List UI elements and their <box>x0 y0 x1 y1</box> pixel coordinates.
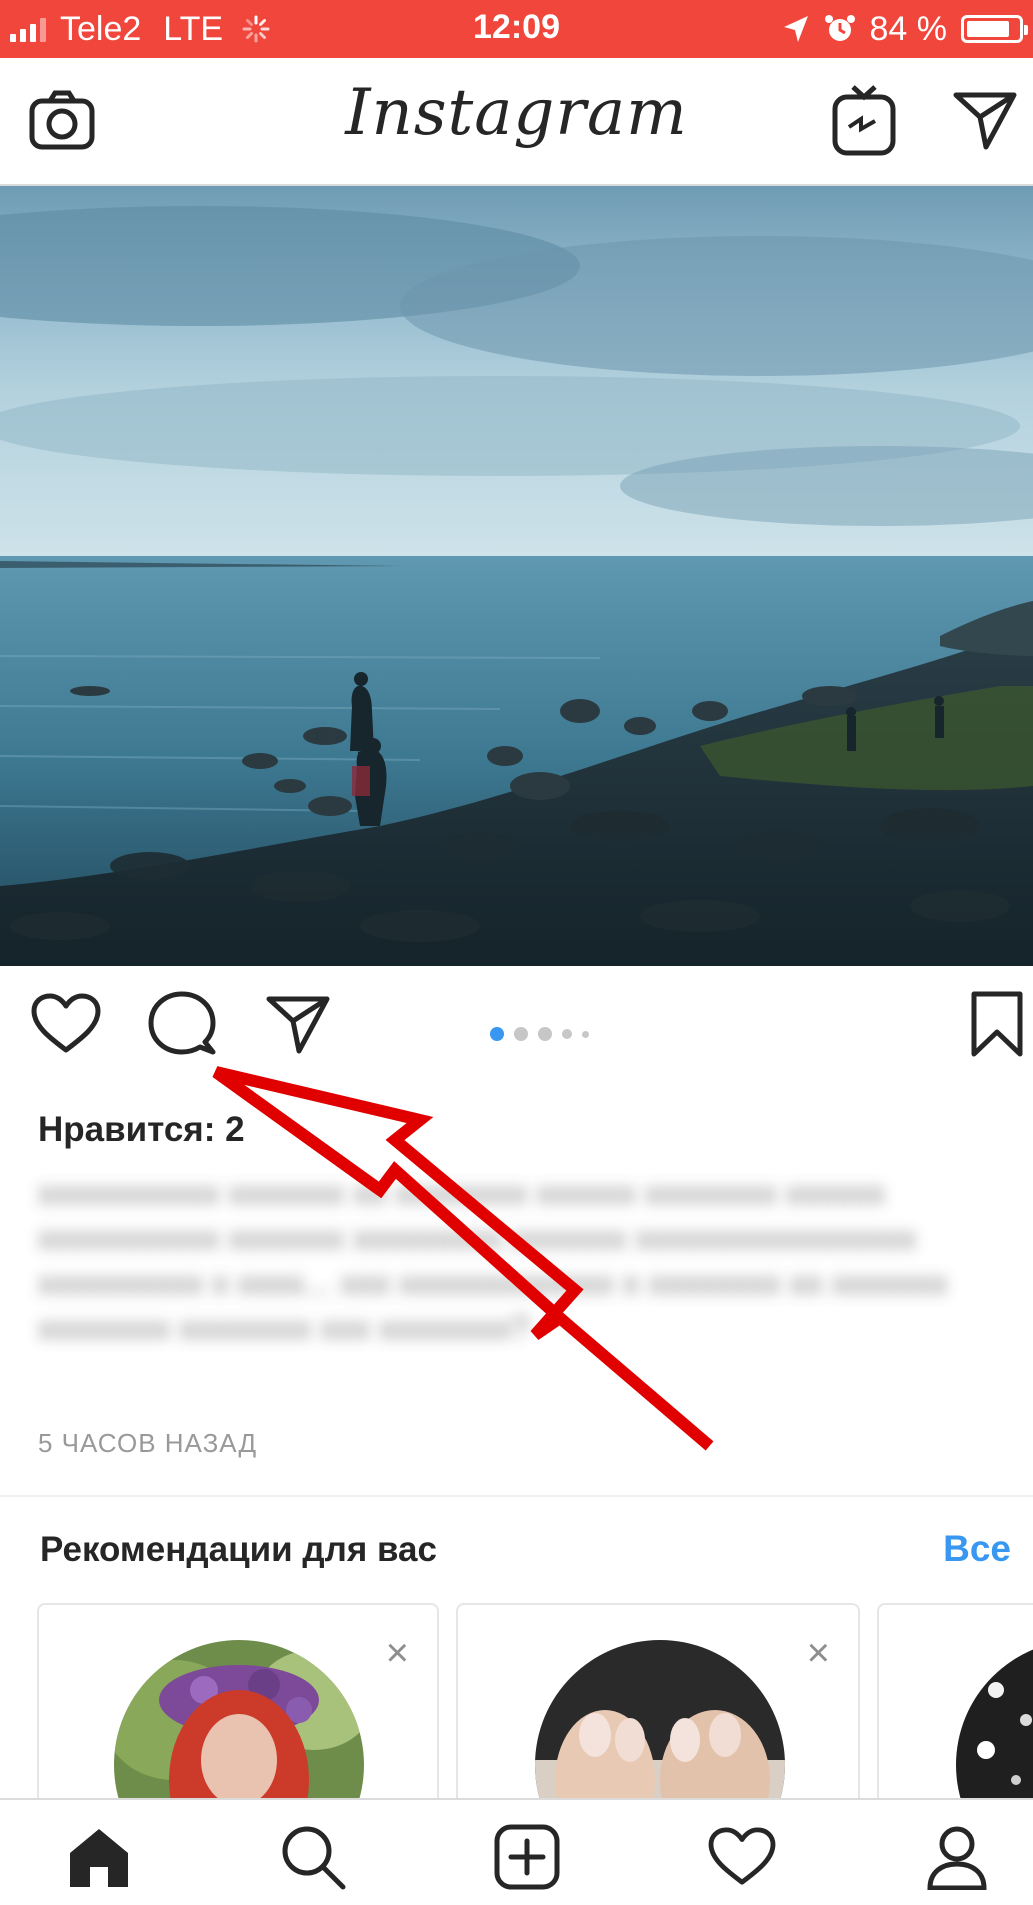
carousel-indicator <box>490 1027 589 1041</box>
network-type: LTE <box>163 9 224 48</box>
profile-icon[interactable] <box>912 1812 1002 1902</box>
section-divider <box>0 1495 1033 1497</box>
recommendation-card[interactable]: × <box>456 1603 860 1803</box>
bookmark-icon[interactable] <box>957 984 1033 1064</box>
heart-icon[interactable] <box>26 984 106 1064</box>
alarm-icon <box>824 15 855 41</box>
recommendation-card[interactable]: × <box>37 1603 439 1803</box>
carousel-dot <box>490 1027 504 1041</box>
avatar[interactable] <box>956 1640 1033 1803</box>
home-icon[interactable] <box>54 1812 144 1902</box>
signal-icon <box>10 16 46 42</box>
recommendations-title: Рекомендации для вас <box>40 1530 437 1569</box>
avatar[interactable] <box>114 1640 364 1803</box>
comment-icon[interactable] <box>142 984 222 1064</box>
carousel-dot <box>582 1030 589 1038</box>
carrier-name: Tele2 <box>60 9 142 48</box>
activity-heart-icon[interactable] <box>697 1812 787 1902</box>
likes-count[interactable]: Нравится: 2 <box>38 1110 245 1150</box>
post-caption: xxxxxxxxxxx xxxxxxx xx xxxxxxxx xxxxxx x… <box>38 1174 948 1346</box>
app-header: Instagram <box>0 58 1033 186</box>
avatar[interactable] <box>535 1640 785 1803</box>
camera-icon[interactable] <box>22 80 102 160</box>
post-photo[interactable] <box>0 186 1033 966</box>
see-all-link[interactable]: Все <box>943 1528 1011 1570</box>
post-timestamp: 5 ЧАСОВ НАЗАД <box>38 1428 258 1458</box>
status-bar: Tele2 LTE 12:09 84 % <box>0 0 1033 58</box>
new-post-icon[interactable] <box>482 1812 572 1902</box>
post-actions <box>0 966 1033 1076</box>
share-icon[interactable] <box>258 984 338 1064</box>
search-icon[interactable] <box>268 1812 358 1902</box>
igtv-icon[interactable] <box>824 80 904 160</box>
direct-send-icon[interactable] <box>945 80 1025 160</box>
battery-percent: 84 % <box>869 9 948 48</box>
dismiss-icon[interactable]: × <box>386 1633 409 1673</box>
location-arrow-icon <box>783 16 808 42</box>
carousel-dot <box>562 1029 572 1039</box>
status-left: Tele2 LTE <box>10 8 271 50</box>
bottom-navigation <box>0 1798 1033 1905</box>
status-right: 84 % <box>782 8 1028 50</box>
carousel-dot <box>514 1027 528 1041</box>
battery-icon <box>961 15 1028 43</box>
recommendation-card[interactable] <box>877 1603 1033 1803</box>
activity-spinner-icon <box>242 15 270 43</box>
carousel-dot <box>538 1027 552 1041</box>
dismiss-icon[interactable]: × <box>807 1633 830 1673</box>
